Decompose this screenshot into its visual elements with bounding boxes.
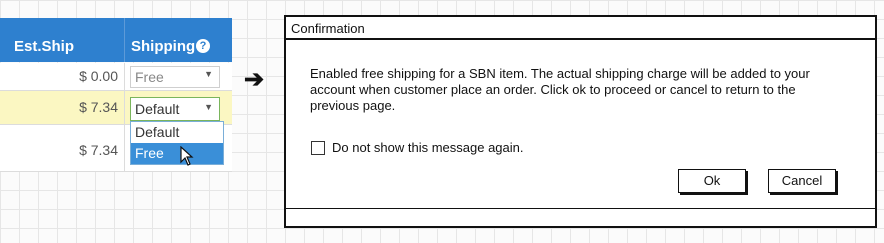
cell-divider	[124, 125, 125, 171]
cell-divider	[124, 63, 125, 90]
shipping-select-value: Free	[135, 69, 164, 85]
header-est-ship: Est.Ship	[14, 38, 75, 55]
mouse-pointer-icon	[180, 146, 194, 166]
table-header: Est.Ship Shipping ?	[0, 18, 232, 62]
shipping-select-open[interactable]: Default ▼	[130, 97, 220, 121]
header-shipping: Shipping	[131, 38, 196, 55]
table-row-highlighted: $ 7.34 Default ▼	[0, 91, 232, 125]
table-row: $ 0.00 Free ▼	[0, 63, 232, 91]
chevron-down-icon: ▼	[204, 102, 213, 112]
arrow-right-icon: ➔	[244, 66, 265, 93]
est-ship-price: $ 0.00	[79, 68, 118, 84]
help-icon[interactable]: ?	[196, 39, 210, 53]
header-divider	[124, 18, 125, 62]
est-ship-price: $ 7.34	[79, 142, 118, 158]
dialog-title: Confirmation	[291, 21, 365, 36]
dialog-message: Enabled free shipping for a SBN item. Th…	[310, 66, 810, 113]
shipping-select-value: Default	[135, 101, 180, 117]
chevron-down-icon: ▼	[204, 69, 213, 79]
cell-divider	[124, 91, 125, 124]
dropdown-option-free[interactable]: Free	[131, 143, 223, 164]
shipping-dropdown-list: Default Free	[130, 121, 224, 165]
ok-button[interactable]: Ok	[678, 169, 746, 193]
dialog-titlebar: Confirmation	[286, 17, 875, 40]
dont-show-again-checkbox[interactable]	[311, 141, 325, 155]
confirmation-dialog: Confirmation Enabled free shipping for a…	[284, 15, 877, 228]
dialog-footer-divider	[286, 208, 875, 209]
est-ship-price: $ 7.34	[79, 99, 118, 115]
cancel-button[interactable]: Cancel	[768, 169, 836, 193]
dropdown-option-default[interactable]: Default	[131, 122, 223, 143]
dont-show-again-label[interactable]: Do not show this message again.	[332, 140, 524, 155]
shipping-select[interactable]: Free ▼	[130, 66, 220, 88]
